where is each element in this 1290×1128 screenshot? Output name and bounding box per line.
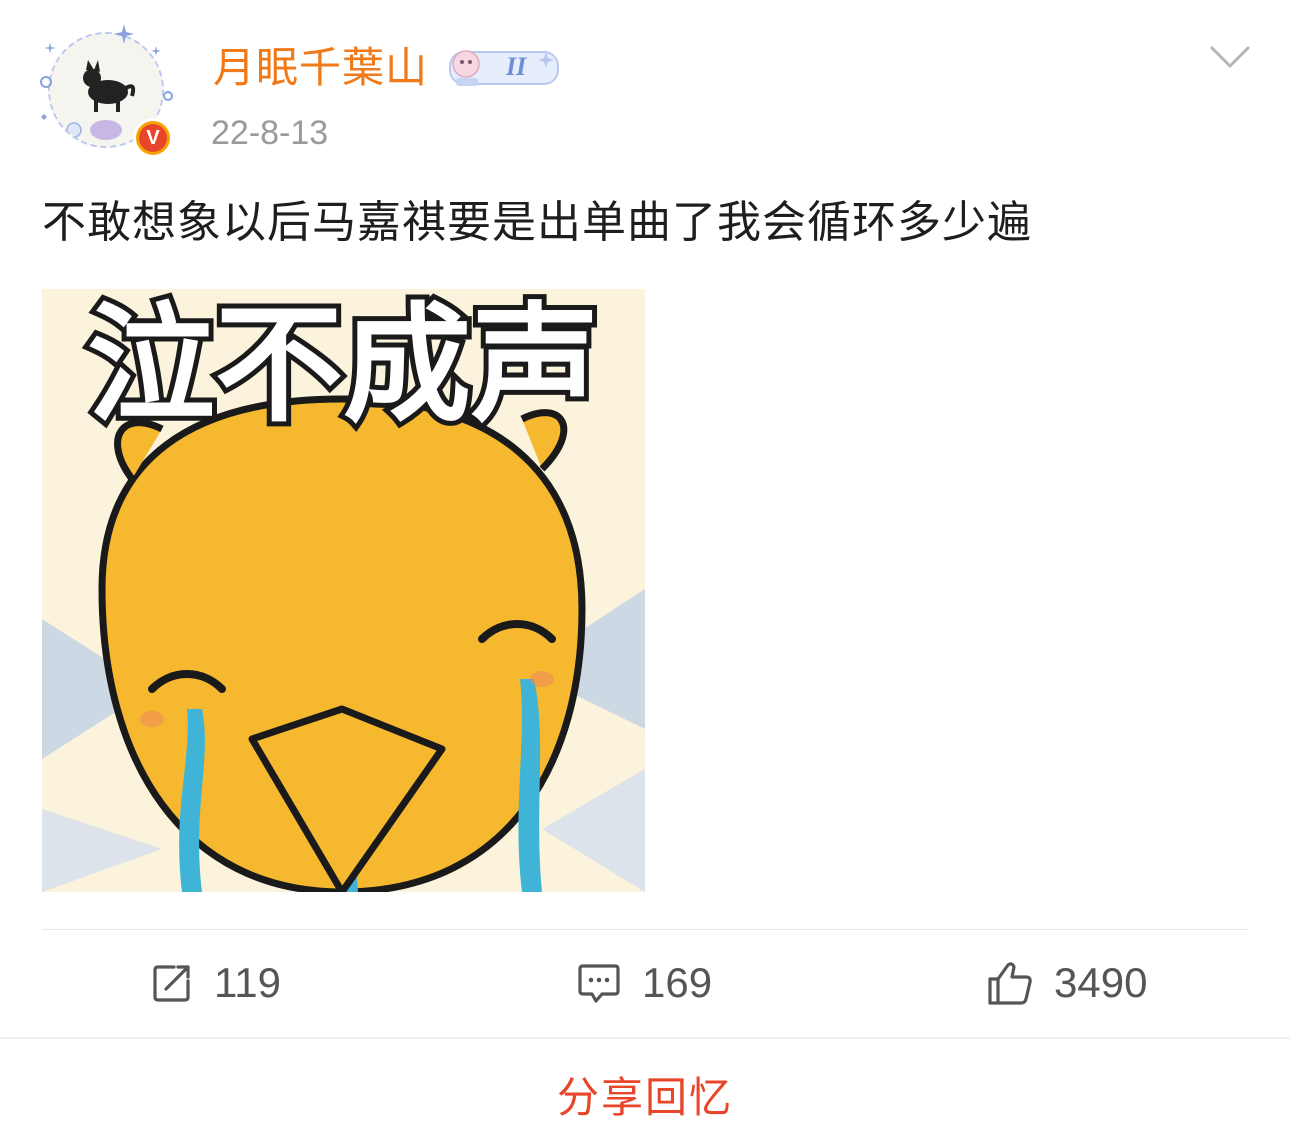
chevron-down-icon [1210, 46, 1250, 68]
verified-badge: V [133, 118, 173, 158]
member-badge-level: II [506, 52, 527, 81]
like-button[interactable]: 3490 [986, 954, 1147, 1012]
post-image[interactable]: 泣不成声 [42, 289, 645, 892]
repost-button[interactable]: 119 [150, 954, 281, 1012]
post-date: 22-8-13 [211, 114, 329, 152]
repost-icon [153, 965, 190, 1002]
thumbs-up-icon [988, 962, 1032, 1005]
member-badge[interactable]: II [446, 44, 562, 90]
post-menu-button[interactable] [1208, 42, 1252, 72]
crying-meme-illustration: 泣不成声 [42, 289, 645, 892]
share-memory-button[interactable]: 分享回忆 [0, 1070, 1290, 1126]
like-count: 3490 [1054, 959, 1148, 1006]
comment-icon [578, 964, 620, 1003]
meme-caption: 泣不成声 [87, 291, 599, 440]
comment-button[interactable]: 169 [576, 954, 712, 1012]
divider [0, 1037, 1290, 1039]
member-badge-graphic [449, 50, 559, 86]
action-bar: 119 169 3490 [0, 930, 1290, 1036]
repost-count: 119 [214, 959, 281, 1006]
avatar-container[interactable]: V [38, 22, 174, 158]
post-text: 不敢想象以后马嘉祺要是出单曲了我会循环多少遍 [42, 197, 1032, 248]
verified-badge-letter: V [139, 124, 167, 152]
comment-count: 169 [642, 959, 713, 1006]
author-name[interactable]: 月眠千葉山 [213, 42, 428, 94]
post-header: V 月眠千葉山 II 22-8-13 [0, 0, 1290, 175]
